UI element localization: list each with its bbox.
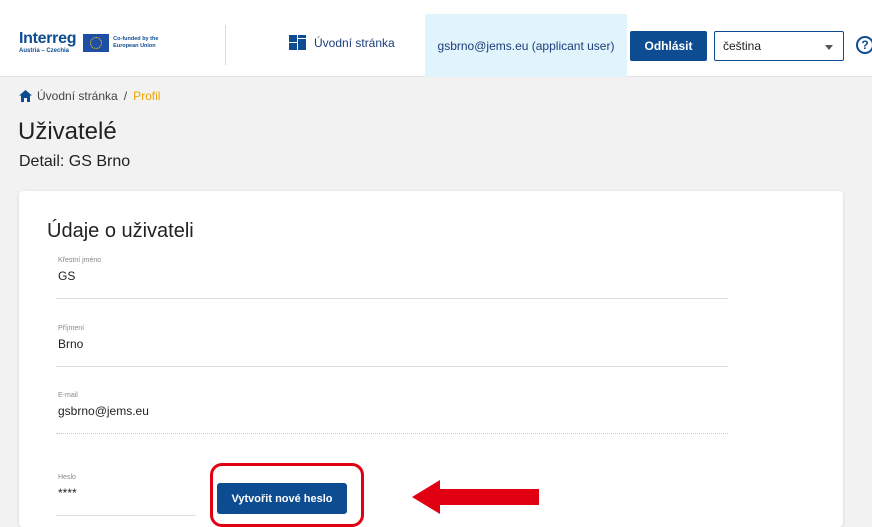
logout-button[interactable]: Odhlásit [630,31,707,61]
password-field: Heslo **** [56,474,196,516]
create-new-password-button[interactable]: Vytvořit nové heslo [217,483,347,514]
field-label: Příjmení [58,325,85,332]
chevron-down-icon [825,45,833,50]
card-title: Údaje o uživateli [47,220,194,242]
eu-flag-icon [83,33,110,52]
nav-home-link[interactable]: Úvodní stránka [289,35,395,50]
email-field: E-mail gsbrno@jems.eu [56,392,728,434]
field-label: Křestní jméno [58,257,102,264]
nav-home-label: Úvodní stránka [314,35,395,50]
last-name-field: Příjmení Brno [56,325,728,367]
current-user-label: gsbrno@jems.eu (applicant user) [437,38,615,53]
user-details-card: Údaje o uživateli Křestní jméno GS Příjm… [19,191,843,527]
logo-program-name: Austria – Czechia [19,48,70,54]
field-value: gsbrno@jems.eu [58,404,149,418]
page-title: Uživatelé [18,118,117,145]
dashboard-grid-icon [289,35,306,50]
breadcrumb-home[interactable]: Úvodní stránka [37,89,118,103]
field-value: Brno [58,337,84,351]
current-user-tab[interactable]: gsbrno@jems.eu (applicant user) [425,14,627,77]
logo-wordmark: Interreg [19,30,77,47]
top-navigation-bar: Interreg Austria – Czechia Co-funded by … [0,0,872,77]
breadcrumb-current: Profil [133,89,161,103]
interreg-logo[interactable]: Interreg Austria – Czechia Co-funded by … [19,30,159,55]
breadcrumb: Úvodní stránka / Profil [19,89,160,103]
header-divider [225,25,226,65]
field-value: GS [58,269,76,283]
first-name-field: Křestní jméno GS [56,257,728,299]
breadcrumb-separator: / [123,89,128,103]
field-label: Heslo [58,474,76,481]
help-circle-icon[interactable]: ? [856,36,872,54]
field-value: **** [58,486,77,500]
language-value: čeština [723,39,762,53]
annotation-arrow-icon [412,480,539,514]
eu-cofunded-text: Co-funded by the European Union [113,36,159,49]
home-icon[interactable] [19,90,32,102]
language-select[interactable]: čeština [714,31,844,61]
field-label: E-mail [58,392,78,399]
page-subtitle: Detail: GS Brno [19,153,131,170]
